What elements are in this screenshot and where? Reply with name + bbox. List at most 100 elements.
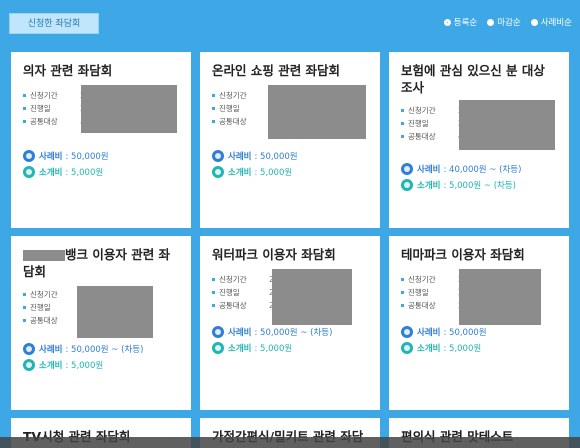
- card-title: 뱅크 이용자 관련 좌담회: [23, 246, 179, 280]
- discussion-card[interactable]: 테마파크 이용자 좌담회 신청기간2 진행일2 공통대상2 사례비: 50,00…: [389, 236, 569, 410]
- fee-label: 사례비: [228, 152, 252, 162]
- sort-option-registered[interactable]: 등록순: [443, 16, 478, 28]
- sort-label: 등록순: [453, 18, 478, 28]
- sort-label: 마감순: [497, 18, 521, 28]
- bullet-icon: [212, 278, 215, 281]
- referral-fee: 소개비: 5,000원: [401, 342, 557, 354]
- coin-icon: [23, 359, 35, 371]
- coin-icon: [401, 342, 413, 354]
- redacted-block: [272, 269, 352, 325]
- discussion-card[interactable]: 뱅크 이용자 관련 좌담회 신청기간 진행일 공통대상 사례비: 50,000원…: [11, 236, 191, 410]
- card-info: 신청기간2 진행일2 공통대상4: [401, 100, 557, 150]
- fee-label: 사례비: [417, 165, 441, 175]
- bullet-icon: [212, 120, 215, 123]
- info-label: 신청기간: [219, 91, 247, 100]
- bullet-icon: [401, 278, 404, 281]
- bottom-overlay-bar: [0, 437, 580, 448]
- coin-icon: [212, 166, 224, 178]
- info-label: 신청기간: [408, 275, 436, 284]
- bullet-icon: [401, 109, 404, 112]
- radio-icon: [487, 18, 495, 26]
- discussion-card[interactable]: 의자 관련 좌담회 신청기간20 진행일20 공통대상서 사례비: 50,000…: [11, 52, 191, 228]
- card-info: 신청기간2 진행일2 공통대상2: [401, 269, 557, 325]
- fee-label: 소개비: [417, 344, 441, 354]
- info-label: 공통대상: [408, 301, 436, 310]
- bullet-icon: [401, 291, 404, 294]
- info-label: 진행일: [408, 288, 429, 297]
- fee-label: 소개비: [228, 344, 252, 354]
- applied-discussions-button[interactable]: 신청한 좌담회: [9, 13, 99, 34]
- info-label: 공통대상: [219, 117, 247, 126]
- coin-icon: [212, 326, 224, 338]
- card-title: 온라인 쇼핑 관련 좌담회: [212, 63, 341, 78]
- bullet-icon: [23, 293, 26, 296]
- card-info: 신청기간20 진행일20 공통대상서: [23, 85, 179, 133]
- referral-fee: 소개비: 5,000원: [212, 342, 368, 354]
- reward-fee: 사례비: 50,000원: [23, 150, 179, 162]
- redacted-block: [459, 100, 555, 150]
- discussion-card[interactable]: 워터파크 이용자 좌담회 신청기간2 진행일2 공통대상2 사례비: 50,00…: [200, 236, 380, 410]
- reward-fee: 사례비: 50,000원 ~ (차등): [212, 326, 368, 338]
- fee-value: : 50,000원: [65, 152, 109, 162]
- coin-icon: [212, 342, 224, 354]
- fee-label: 사례비: [228, 328, 252, 338]
- coin-icon: [23, 166, 35, 178]
- card-info: 신청기간2 진행일2 공통대상2: [212, 269, 368, 325]
- coin-icon: [401, 179, 413, 191]
- fee-label: 소개비: [39, 168, 63, 178]
- radio-icon: [530, 18, 538, 26]
- fee-value: : 50,000원 ~ (차등): [65, 345, 144, 355]
- redacted-block: [81, 85, 177, 133]
- bullet-icon: [212, 304, 215, 307]
- redacted-block: [23, 250, 65, 261]
- top-bar: 신청한 좌담회 등록순 마감순 사례비순: [0, 0, 580, 44]
- referral-fee: 소개비: 5,000원: [212, 166, 368, 178]
- info-label: 진행일: [30, 303, 51, 312]
- bullet-icon: [23, 107, 26, 110]
- info-label: 공통대상: [408, 132, 436, 141]
- info-label: 공통대상: [30, 117, 58, 126]
- bullet-icon: [401, 304, 404, 307]
- fee-value: : 5,000원: [254, 344, 293, 354]
- fee-value: : 5,000원: [443, 344, 482, 354]
- coin-icon: [212, 150, 224, 162]
- card-info: 신청기간 진행일 공통대상: [23, 286, 179, 338]
- referral-fee: 소개비: 5,000원 ~ (차등): [401, 179, 557, 191]
- reward-fee: 사례비: 50,000원: [212, 150, 368, 162]
- bullet-icon: [212, 291, 215, 294]
- fee-label: 사례비: [417, 328, 441, 338]
- card-title: 워터파크 이용자 좌담회: [212, 247, 336, 262]
- radio-selected-icon: [443, 18, 451, 26]
- sort-option-deadline[interactable]: 마감순: [487, 16, 521, 28]
- info-label: 신청기간: [219, 275, 247, 284]
- card-info: 신청기간2 진행일2 공통대상2: [212, 85, 368, 139]
- info-label: 진행일: [219, 288, 240, 297]
- bullet-icon: [401, 122, 404, 125]
- sort-options: 등록순 마감순 사례비순: [443, 16, 572, 28]
- reward-fee: 사례비: 40,000원 ~ (차등): [401, 163, 557, 175]
- fee-label: 소개비: [228, 168, 252, 178]
- fee-value: : 50,000원: [254, 152, 298, 162]
- info-label: 신청기간: [30, 91, 58, 100]
- bullet-icon: [212, 107, 215, 110]
- fee-value: : 5,000원: [65, 168, 104, 178]
- sort-label: 사례비순: [540, 18, 572, 28]
- fee-value: : 5,000원 ~ (차등): [443, 181, 516, 191]
- discussion-card[interactable]: 온라인 쇼핑 관련 좌담회 신청기간2 진행일2 공통대상2 사례비: 50,0…: [200, 52, 380, 228]
- coin-icon: [401, 163, 413, 175]
- card-title: 의자 관련 좌담회: [23, 63, 113, 78]
- bullet-icon: [401, 135, 404, 138]
- fee-value: : 40,000원 ~ (차등): [443, 165, 522, 175]
- card-title: 보험에 관심 있으신 분 대상 조사: [401, 63, 545, 95]
- discussion-card[interactable]: 보험에 관심 있으신 분 대상 조사 신청기간2 진행일2 공통대상4 사례비:…: [389, 52, 569, 228]
- fee-label: 사례비: [39, 345, 63, 355]
- info-label: 진행일: [408, 119, 429, 128]
- card-title: 테마파크 이용자 좌담회: [401, 247, 525, 262]
- bullet-icon: [23, 120, 26, 123]
- info-label: 신청기간: [408, 106, 436, 115]
- sort-option-reward[interactable]: 사례비순: [530, 16, 572, 28]
- fee-label: 소개비: [39, 361, 63, 371]
- reward-fee: 사례비: 50,000원: [401, 326, 557, 338]
- bullet-icon: [212, 94, 215, 97]
- bullet-icon: [23, 94, 26, 97]
